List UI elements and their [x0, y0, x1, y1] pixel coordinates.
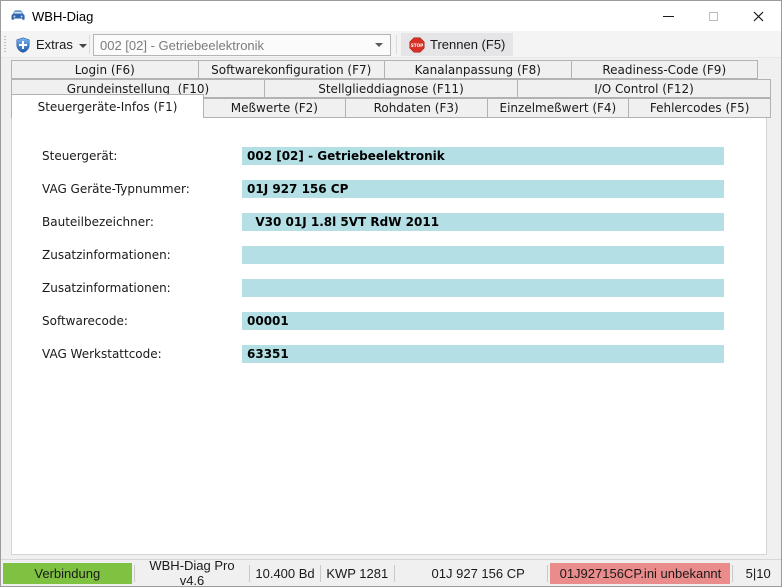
ini-warning-badge: 01J927156CP.ini unbekannt — [550, 563, 730, 584]
tab-rohdaten[interactable]: Rohdaten (F3) — [345, 98, 488, 118]
status-separator — [732, 565, 733, 582]
status-counter: 5|10 — [735, 566, 781, 581]
status-baud-rate: 10.400 Bd — [252, 566, 317, 581]
device-combobox[interactable]: 002 [02] - Getriebeelektronik — [93, 34, 391, 56]
toolbar-grip[interactable] — [4, 36, 6, 53]
stop-icon: STOP — [409, 37, 425, 53]
status-separator — [394, 565, 395, 582]
field-label: Steuergerät: — [42, 147, 117, 165]
field-value-softwarecode: 00001 — [242, 312, 724, 330]
field-label: VAG Geräte-Typnummer: — [42, 180, 190, 198]
tab-row-3: Steuergeräte-Infos (F1) Meßwerte (F2) Ro… — [11, 98, 771, 118]
info-row: Zusatzinformationen: — [12, 246, 766, 264]
field-label: Zusatzinformationen: — [42, 279, 171, 297]
field-value-typnummer: 01J 927 156 CP — [242, 180, 724, 198]
tab-row-1: Login (F6) Softwarekonfiguration (F7) Ka… — [11, 60, 758, 79]
field-label: Bauteilbezeichner: — [42, 213, 154, 231]
field-label: Softwarecode: — [42, 312, 128, 330]
field-value-bauteilbezeichner: V30 01J 1.8l 5VT RdW 2011 — [242, 213, 724, 231]
status-separator — [134, 565, 135, 582]
close-icon — [753, 11, 764, 22]
car-icon — [10, 8, 26, 24]
maximize-icon — [709, 12, 718, 21]
field-label: Zusatzinformationen: — [42, 246, 171, 264]
tab-einzelmesswert[interactable]: Einzelmeßwert (F4) — [487, 98, 630, 118]
field-value-werkstattcode: 63351 — [242, 345, 724, 363]
status-separator — [547, 565, 548, 582]
tab-messwerte[interactable]: Meßwerte (F2) — [203, 98, 346, 118]
titlebar: WBH-Diag — [1, 1, 781, 31]
tab-io-control[interactable]: I/O Control (F12) — [517, 79, 771, 98]
chevron-down-icon — [79, 44, 87, 48]
toolbar-separator — [89, 35, 90, 54]
extras-label: Extras — [36, 37, 73, 52]
svg-text:STOP: STOP — [411, 42, 424, 47]
tab-page-steuergeraete-infos: Steuergerät: 002 [02] - Getriebeelektron… — [11, 118, 767, 555]
toolbar: Extras 002 [02] - Getriebeelektronik STO… — [1, 31, 781, 58]
maximize-button[interactable] — [691, 1, 736, 31]
minimize-icon — [663, 16, 674, 17]
app-window: WBH-Diag Extras 002 [02] - Ge — [0, 0, 782, 587]
info-row: Steuergerät: 002 [02] - Getriebeelektron… — [12, 147, 766, 165]
info-row: VAG Geräte-Typnummer: 01J 927 156 CP — [12, 180, 766, 198]
window-title: WBH-Diag — [32, 9, 93, 24]
tab-kanalanpassung[interactable]: Kanalanpassung (F8) — [384, 60, 572, 79]
status-separator — [249, 565, 250, 582]
shield-plus-icon — [15, 37, 31, 53]
status-part-number: 01J 927 156 CP — [411, 566, 546, 581]
extras-button[interactable]: Extras — [9, 33, 93, 56]
tab-softwarekonfiguration[interactable]: Softwarekonfiguration (F7) — [198, 60, 386, 79]
close-button[interactable] — [736, 1, 781, 31]
tab-fehlercodes[interactable]: Fehlercodes (F5) — [628, 98, 771, 118]
connection-status-badge: Verbindung hergestellt — [3, 563, 132, 584]
info-row: Bauteilbezeichner: V30 01J 1.8l 5VT RdW … — [12, 213, 766, 231]
status-protocol: KWP 1281 — [323, 566, 392, 581]
status-app-version: WBH-Diag Pro v4.6 — [137, 558, 248, 587]
field-label: VAG Werkstattcode: — [42, 345, 162, 363]
tab-login[interactable]: Login (F6) — [11, 60, 199, 79]
info-row: Softwarecode: 00001 — [12, 312, 766, 330]
chevron-down-icon — [375, 43, 383, 47]
tab-steuergeraete-infos[interactable]: Steuergeräte-Infos (F1) — [11, 94, 204, 118]
status-separator — [320, 565, 321, 582]
toolbar-separator — [396, 35, 397, 54]
field-value-steuergeraet: 002 [02] - Getriebeelektronik — [242, 147, 724, 165]
info-row: VAG Werkstattcode: 63351 — [12, 345, 766, 363]
disconnect-label: Trennen (F5) — [430, 37, 505, 52]
info-row: Zusatzinformationen: — [12, 279, 766, 297]
tab-stellglieddiagnose[interactable]: Stellglieddiagnose (F11) — [264, 79, 518, 98]
tab-readiness-code[interactable]: Readiness-Code (F9) — [571, 60, 759, 79]
disconnect-button[interactable]: STOP Trennen (F5) — [401, 33, 513, 56]
device-combobox-value: 002 [02] - Getriebeelektronik — [100, 38, 264, 53]
field-value-zusatzinfo-2 — [242, 279, 724, 297]
field-value-zusatzinfo-1 — [242, 246, 724, 264]
minimize-button[interactable] — [646, 1, 691, 31]
statusbar: Verbindung hergestellt WBH-Diag Pro v4.6… — [1, 559, 781, 586]
